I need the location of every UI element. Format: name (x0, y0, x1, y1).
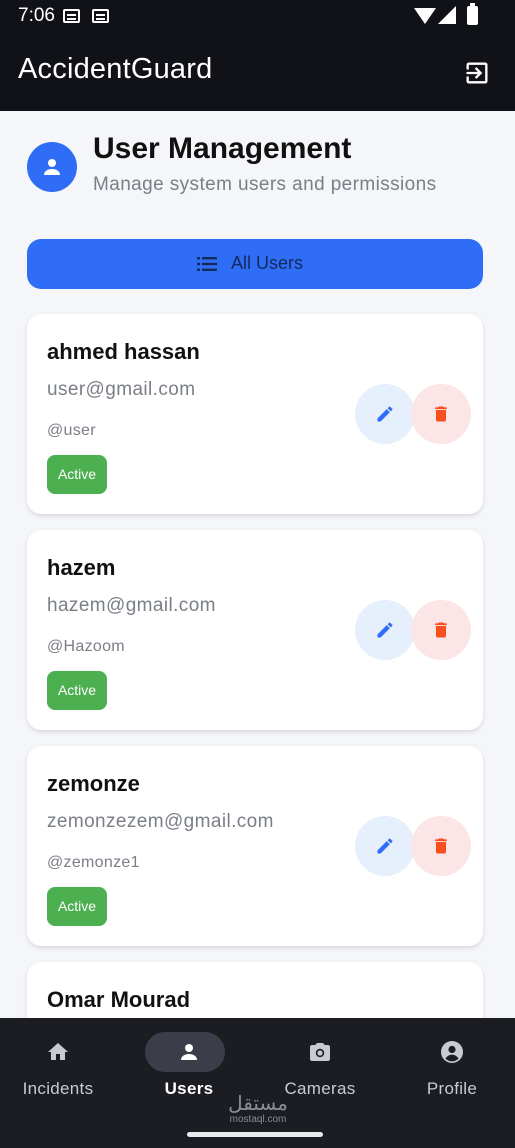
edit-user-button[interactable] (355, 384, 415, 444)
status-badge: Active (47, 455, 107, 494)
person-icon (181, 1044, 197, 1060)
delete-icon (435, 622, 447, 638)
all-users-label: All Users (231, 253, 304, 273)
user-name: zemonze (47, 771, 140, 796)
page-title: User Management (93, 132, 352, 165)
calendar-icon (63, 9, 80, 23)
user-card[interactable]: zemonze zemonzezem@gmail.com @zemonze1 A… (27, 746, 483, 946)
edit-user-button[interactable] (355, 816, 415, 876)
status-badge: Active (47, 887, 107, 926)
delete-icon (435, 838, 447, 854)
delete-user-button[interactable] (411, 600, 471, 660)
user-management-avatar (27, 142, 77, 192)
account-circle-icon (441, 1041, 463, 1063)
user-email: hazem@gmail.com (47, 595, 216, 616)
user-name: Omar Mourad (47, 987, 191, 1012)
status-badge: Active (47, 671, 107, 710)
nav-label: Incidents (22, 1079, 94, 1098)
logout-icon[interactable] (463, 59, 491, 87)
app-bar: AccidentGuard (0, 32, 515, 111)
user-email: user@gmail.com (47, 379, 196, 400)
home-icon (48, 1043, 68, 1060)
edit-user-button[interactable] (355, 600, 415, 660)
bottom-navigation: Incidents Users Cameras Profile (0, 1018, 515, 1148)
edit-icon (377, 838, 393, 854)
wifi-icon (414, 8, 436, 24)
user-card[interactable]: ahmed hassan user@gmail.com @user Active (27, 314, 483, 514)
app-title: AccidentGuard (18, 53, 213, 85)
page-subtitle: Manage system users and permissions (93, 174, 437, 195)
user-name: ahmed hassan (47, 339, 200, 364)
all-users-button[interactable]: All Users (27, 239, 483, 289)
user-handle: @user (47, 422, 96, 439)
home-indicator[interactable] (187, 1132, 323, 1137)
edit-icon (377, 622, 393, 638)
status-time: 7:06 (18, 5, 55, 26)
user-card[interactable]: hazem hazem@gmail.com @Hazoom Active (27, 530, 483, 730)
list-icon (197, 257, 217, 271)
status-bar: 7:06 (0, 0, 515, 32)
watermark-site: mostaql.com (229, 1114, 287, 1125)
edit-icon (377, 406, 393, 422)
camera-icon (310, 1043, 330, 1061)
user-handle: @Hazoom (47, 638, 125, 655)
nav-item-profile[interactable]: Profile (388, 1018, 515, 1128)
calendar-icon (92, 9, 109, 23)
user-handle: @zemonze1 (47, 854, 140, 871)
nav-label: Profile (426, 1079, 478, 1098)
battery-icon (467, 3, 478, 25)
nav-item-incidents[interactable]: Incidents (0, 1018, 122, 1128)
delete-user-button[interactable] (411, 816, 471, 876)
user-name: hazem (47, 555, 116, 580)
watermark-arabic: مستقل (228, 1093, 288, 1115)
signal-icon (438, 6, 456, 24)
delete-user-button[interactable] (411, 384, 471, 444)
delete-icon (435, 406, 447, 422)
person-icon (44, 159, 60, 175)
watermark: مستقل mostaql.com (226, 1094, 290, 1125)
user-email: zemonzezem@gmail.com (47, 811, 274, 832)
